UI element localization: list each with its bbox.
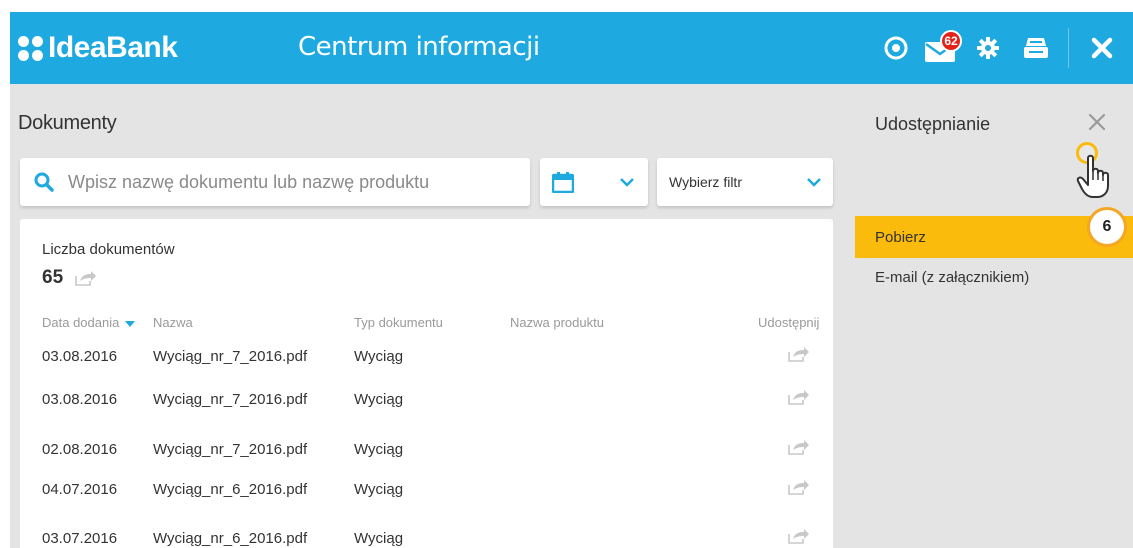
mail-count-badge: 62 (940, 30, 962, 52)
column-header-name: Nazwa (153, 315, 193, 330)
row-date: 04.07.2016 (42, 481, 118, 498)
table-row[interactable]: 03.08.2016 Wyciąg_nr_7_2016.pdf Wyciąg (20, 389, 833, 421)
share-icon[interactable] (788, 479, 810, 499)
chevron-down-icon (620, 178, 634, 187)
date-picker[interactable] (540, 158, 648, 206)
chevron-down-icon (807, 178, 821, 187)
row-date: 02.08.2016 (42, 441, 118, 458)
row-name: Wyciąg_nr_6_2016.pdf (153, 530, 308, 547)
table-row[interactable]: 02.08.2016 Wyciąg_nr_7_2016.pdf Wyciąg (20, 439, 833, 471)
mail-button[interactable]: 62 (916, 12, 964, 84)
documents-card: Liczba dokumentów 65 Data dodania Nazwa … (20, 219, 833, 548)
header-title: Centrum informacji (298, 32, 540, 62)
idea-bank-logo[interactable]: IdeaBank (18, 30, 178, 66)
documents-count-label: Liczba dokumentów (42, 241, 175, 258)
filter-select[interactable]: Wybierz filtr (657, 158, 833, 206)
share-panel-title: Udostępnianie (875, 114, 991, 134)
search-field[interactable] (20, 158, 530, 206)
row-name: Wyciąg_nr_7_2016.pdf (153, 391, 308, 408)
logo-dots-icon (18, 35, 43, 61)
share-icon[interactable] (788, 439, 810, 459)
filter-label: Wybierz filtr (669, 174, 742, 190)
target-icon[interactable] (876, 26, 916, 70)
search-input[interactable] (68, 171, 508, 193)
page-title: Dokumenty (18, 112, 117, 134)
sort-desc-icon (125, 320, 136, 327)
row-type: Wyciąg (354, 348, 404, 365)
row-name: Wyciąg_nr_7_2016.pdf (153, 348, 308, 365)
documents-count-row: 65 (42, 267, 97, 289)
table-row[interactable]: 04.07.2016 Wyciąg_nr_6_2016.pdf Wyciąg (20, 479, 833, 511)
gear-icon[interactable] (968, 26, 1008, 70)
column-header-share: Udostępnij (758, 315, 820, 330)
row-type: Wyciąg (354, 481, 404, 498)
header-divider (1068, 28, 1069, 68)
printer-icon[interactable] (1014, 26, 1058, 70)
logo-text: IdeaBank (48, 31, 178, 64)
step-number-badge: 6 (1087, 207, 1127, 247)
share-icon[interactable] (788, 528, 810, 548)
column-header-product: Nazwa produktu (510, 315, 604, 330)
row-name: Wyciąg_nr_7_2016.pdf (153, 441, 308, 458)
calendar-icon (552, 172, 574, 193)
table-row[interactable]: 03.07.2016 Wyciąg_nr_6_2016.pdf Wyciąg (20, 528, 833, 548)
documents-count-value: 65 (42, 267, 64, 288)
row-date: 03.08.2016 (42, 348, 118, 365)
close-panel-icon[interactable] (1087, 112, 1111, 136)
table-row[interactable]: 03.08.2016 Wyciąg_nr_7_2016.pdf Wyciąg (20, 346, 833, 378)
row-date: 03.07.2016 (42, 530, 118, 547)
email-option[interactable]: E-mail (z załącznikiem) (855, 256, 1133, 298)
row-date: 03.08.2016 (42, 391, 118, 408)
row-name: Wyciąg_nr_6_2016.pdf (153, 481, 308, 498)
column-header-type: Typ dokumentu (354, 315, 443, 330)
close-icon[interactable] (1076, 26, 1128, 70)
row-type: Wyciąg (354, 530, 404, 547)
header-bar: IdeaBank Centrum informacji 62 (10, 12, 1133, 84)
share-icon[interactable] (788, 346, 810, 366)
search-icon (20, 172, 68, 192)
column-header-date[interactable]: Data dodania (42, 315, 136, 330)
app-window: IdeaBank Centrum informacji 62 Dokumenty… (10, 12, 1133, 548)
hand-pointer-icon (1076, 154, 1109, 198)
share-all-icon[interactable] (75, 270, 97, 286)
share-icon[interactable] (788, 389, 810, 409)
row-type: Wyciąg (354, 391, 404, 408)
row-type: Wyciąg (354, 441, 404, 458)
